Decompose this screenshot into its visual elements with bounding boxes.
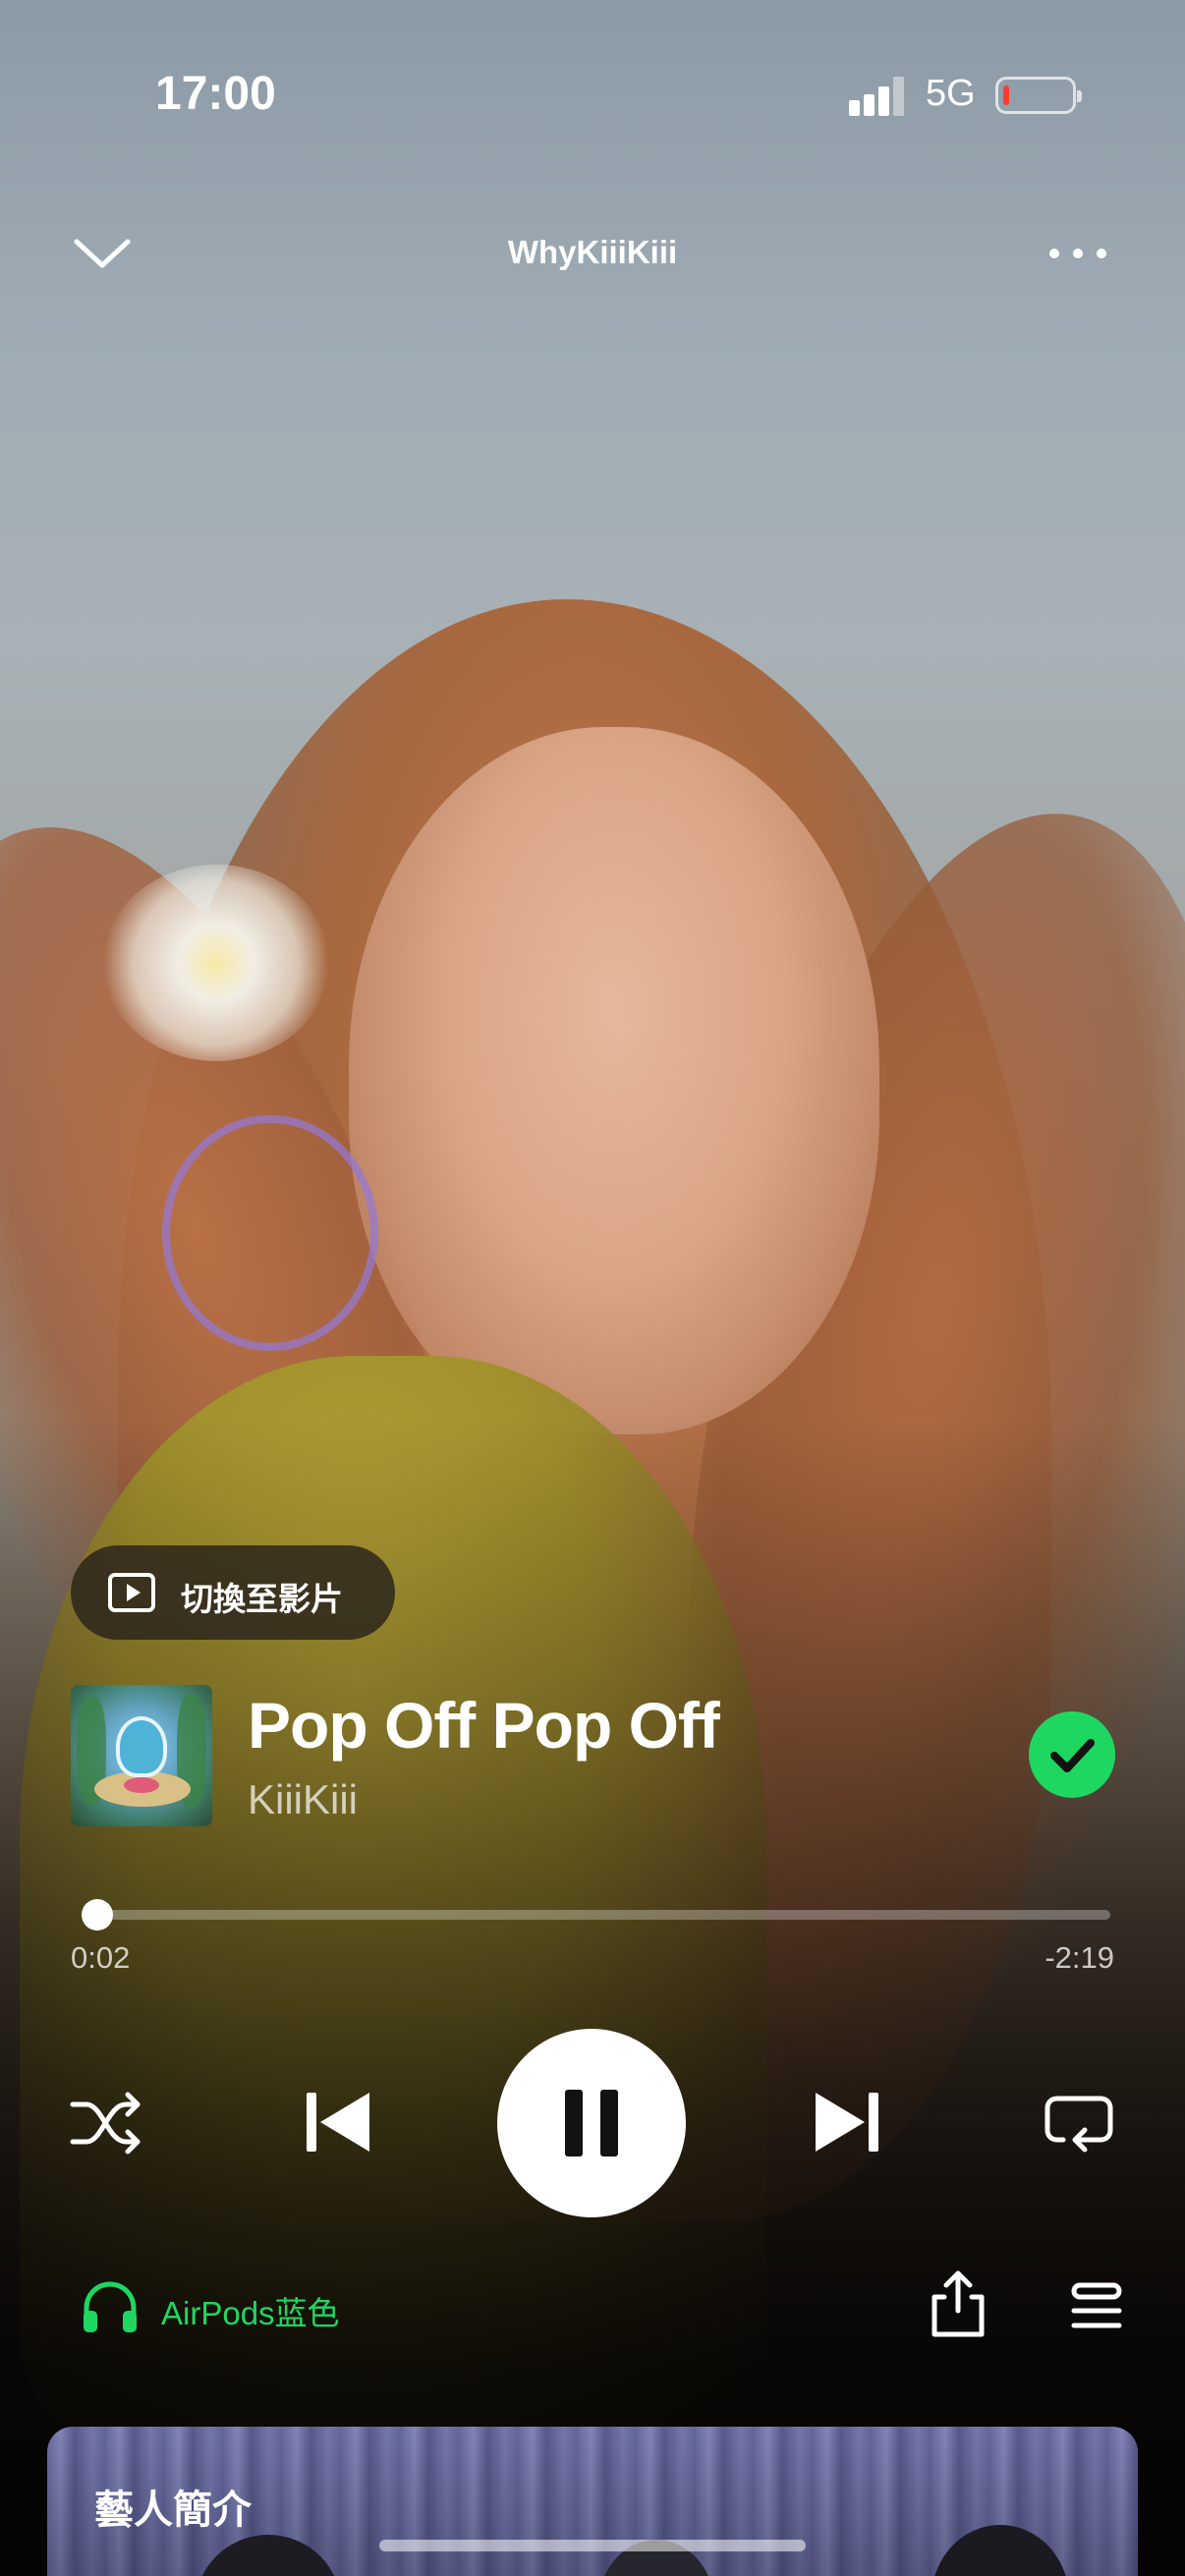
skip-next-icon[interactable] [812, 2087, 882, 2157]
network-type: 5G [926, 73, 976, 114]
play-video-icon [108, 1573, 155, 1612]
status-time: 17:00 [155, 68, 276, 120]
home-indicator[interactable] [379, 2540, 806, 2551]
skip-previous-icon[interactable] [303, 2087, 373, 2157]
queue-icon[interactable] [1069, 2281, 1124, 2330]
track-artist[interactable]: KiiiKiii [248, 1776, 358, 1823]
share-icon[interactable] [929, 2269, 988, 2338]
progress-knob[interactable] [81, 1899, 113, 1931]
elapsed-time: 0:02 [71, 1940, 131, 1975]
track-title[interactable]: Pop Off Pop Off [248, 1688, 720, 1763]
more-dots-icon[interactable] [1047, 236, 1108, 271]
pause-button[interactable] [497, 2029, 686, 2217]
artist-bio-card[interactable]: 藝人簡介 [47, 2427, 1138, 2576]
shuffle-icon[interactable] [69, 2091, 143, 2156]
now-playing-screen: 17:00 5G WhyKiiiKiii 切換至影片 Pop Off Pop O… [0, 0, 1185, 2576]
headphones-icon[interactable] [81, 2279, 140, 2334]
saved-check-button[interactable] [1029, 1711, 1115, 1798]
switch-to-video-button[interactable]: 切換至影片 [71, 1545, 395, 1640]
remaining-time: -2:19 [1044, 1940, 1114, 1975]
signal-strength-icon [849, 77, 904, 116]
album-cover[interactable] [71, 1685, 212, 1826]
artist-bio-title: 藝人簡介 [94, 2489, 252, 2532]
context-title: WhyKiiiKiii [507, 234, 678, 270]
chevron-down-icon[interactable] [71, 232, 134, 275]
progress-bar[interactable] [81, 1899, 1110, 1931]
connected-device-label[interactable]: AirPods蓝色 [161, 2287, 340, 2334]
repeat-icon[interactable] [1044, 2091, 1114, 2156]
switch-to-video-label: 切換至影片 [181, 1581, 343, 1617]
battery-icon [995, 77, 1082, 114]
check-icon [1050, 1739, 1095, 1772]
